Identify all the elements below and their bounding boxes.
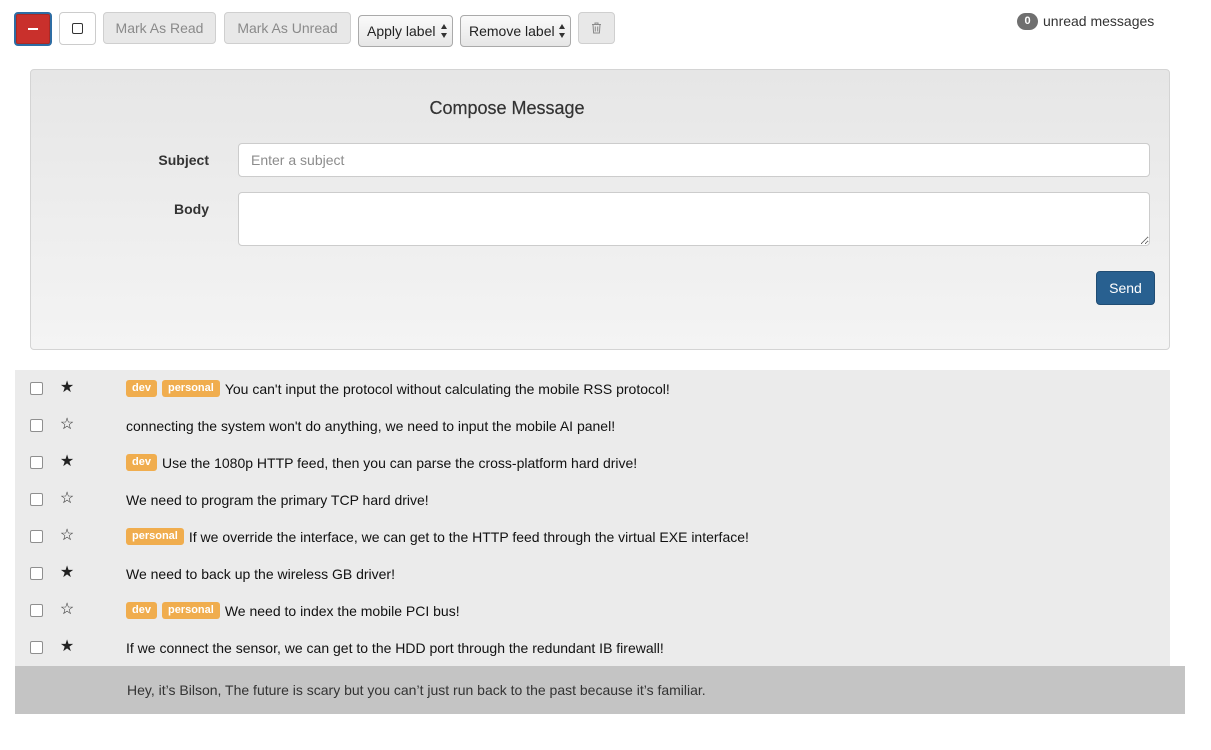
subject-input[interactable] (238, 143, 1150, 177)
message-content[interactable]: connecting the system won't do anything,… (126, 407, 615, 444)
select-arrows-icon (559, 24, 566, 38)
remove-label-select[interactable]: Remove label (460, 15, 571, 47)
label-badge: dev (126, 602, 157, 619)
subject-label: Subject (158, 152, 209, 168)
message-checkbox[interactable] (30, 419, 43, 432)
message-row[interactable]: ☆ dev personal We need to index the mobile … (15, 592, 1170, 629)
unread-label: unread messages (1043, 13, 1155, 29)
message-content[interactable]: We need to back up the wireless GB drive… (126, 555, 395, 592)
star-filled-icon[interactable]: ★ (59, 564, 75, 582)
remove-label-select-value: Remove label (469, 23, 555, 39)
message-subject[interactable]: connecting the system won't do anything,… (126, 418, 615, 434)
star-empty-icon[interactable]: ☆ (59, 527, 75, 545)
message-content[interactable]: If we connect the sensor, we can get to … (126, 629, 664, 666)
message-content[interactable]: personal If we override the interface, we… (126, 518, 749, 555)
message-content[interactable]: We need to program the primary TCP hard … (126, 481, 429, 518)
message-checkbox[interactable] (30, 641, 43, 654)
message-row[interactable]: ☆ connecting the system won't do anything… (15, 407, 1170, 444)
message-subject[interactable]: If we override the interface, we can get… (189, 529, 749, 545)
star-empty-icon[interactable]: ☆ (59, 416, 75, 434)
label-badge: personal (126, 528, 184, 545)
star-empty-icon[interactable]: ☆ (59, 490, 75, 508)
message-subject[interactable]: Use the 1080p HTTP feed, then you can pa… (162, 455, 637, 471)
message-checkbox[interactable] (30, 382, 43, 395)
trash-icon (592, 22, 601, 34)
toolbar: Mark As Read Mark As Unread Apply label … (0, 0, 1211, 56)
message-row[interactable]: ★ dev personal You can't input the protocol… (15, 370, 1170, 407)
message-subject[interactable]: We need to back up the wireless GB drive… (126, 566, 395, 582)
message-content[interactable]: dev Use the 1080p HTTP feed, then you can… (126, 444, 637, 481)
minus-icon (28, 28, 38, 30)
message-row[interactable]: ★ We need to back up the wireless GB driv… (15, 555, 1170, 592)
square-icon (72, 23, 83, 34)
message-list: ★ dev personal You can't input the protocol… (15, 370, 1170, 666)
message-checkbox[interactable] (30, 567, 43, 580)
message-content[interactable]: dev personal You can't input the protocol … (126, 370, 670, 407)
select-arrows-icon (441, 24, 448, 38)
mark-as-read-button[interactable]: Mark As Read (103, 12, 216, 44)
message-content[interactable]: dev personal We need to index the mobile P… (126, 592, 460, 629)
send-button[interactable]: Send (1096, 271, 1155, 305)
message-checkbox[interactable] (30, 493, 43, 506)
message-subject[interactable]: We need to index the mobile PCI bus! (225, 603, 460, 619)
unread-count-badge: 0 (1017, 12, 1038, 30)
message-row[interactable]: ★ dev Use the 1080p HTTP feed, then you ca… (15, 444, 1170, 481)
message-subject[interactable]: We need to program the primary TCP hard … (126, 492, 429, 508)
apply-label-select-value: Apply label (367, 23, 436, 39)
label-badge: dev (126, 380, 157, 397)
unread-indicator: 0 unread messages (1017, 11, 1154, 31)
message-row[interactable]: ★ If we connect the sensor, we can get to… (15, 629, 1170, 666)
message-subject[interactable]: If we connect the sensor, we can get to … (126, 640, 664, 656)
label-badge: personal (161, 602, 220, 619)
compose-panel: Compose Message Subject Body Send (30, 69, 1170, 350)
body-label: Body (174, 201, 209, 217)
star-empty-icon[interactable]: ☆ (59, 601, 75, 619)
message-checkbox[interactable] (30, 456, 43, 469)
message-row[interactable]: ☆ personal If we override the interface, w… (15, 518, 1170, 555)
message-checkbox[interactable] (30, 530, 43, 543)
mark-as-unread-button[interactable]: Mark As Unread (224, 12, 351, 44)
message-row[interactable]: ☆ We need to program the primary TCP hard… (15, 481, 1170, 518)
message-checkbox[interactable] (30, 604, 43, 617)
star-filled-icon[interactable]: ★ (59, 453, 75, 471)
body-textarea[interactable] (238, 192, 1150, 246)
label-badge: dev (126, 454, 157, 471)
delete-button[interactable] (578, 12, 615, 44)
star-filled-icon[interactable]: ★ (59, 379, 75, 397)
compose-title: Compose Message (429, 98, 585, 118)
apply-label-select[interactable]: Apply label (358, 15, 453, 47)
select-all-button[interactable] (59, 12, 96, 45)
toggle-select-button[interactable] (14, 12, 52, 46)
star-filled-icon[interactable]: ★ (59, 638, 75, 656)
footer-text: Hey, it’s Bilson, The future is scary bu… (127, 682, 706, 698)
footer: Hey, it’s Bilson, The future is scary bu… (15, 666, 1185, 714)
label-badge: personal (161, 380, 220, 397)
message-subject[interactable]: You can't input the protocol without cal… (225, 381, 670, 397)
